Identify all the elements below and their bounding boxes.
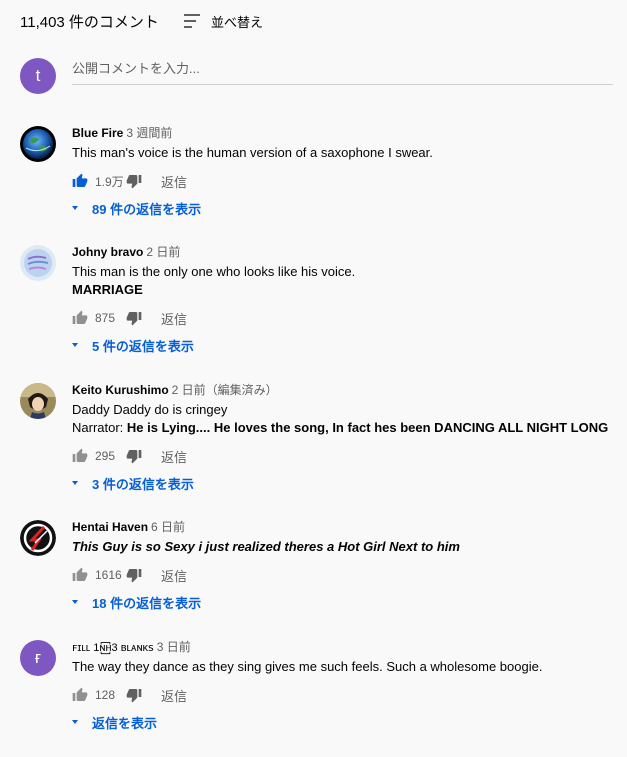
like-count: 128 bbox=[95, 688, 116, 702]
author-name[interactable]: Hentai Haven bbox=[72, 520, 148, 534]
like-count: 1.9万 bbox=[95, 174, 124, 189]
sort-button[interactable]: 並べ替え bbox=[183, 12, 263, 31]
like-icon[interactable] bbox=[72, 687, 88, 703]
reply-button[interactable]: 返信 bbox=[161, 309, 187, 328]
author-name[interactable]: Johny bravo bbox=[72, 245, 143, 259]
view-replies-button[interactable]: 5 件の返信を表示 bbox=[70, 337, 613, 354]
avatar[interactable]: ғ bbox=[20, 640, 56, 676]
dislike-icon[interactable] bbox=[126, 310, 142, 326]
timestamp[interactable]: 6 日前 bbox=[151, 520, 185, 534]
comment-input[interactable]: 公開コメントを入力... bbox=[72, 62, 613, 85]
avatar[interactable] bbox=[20, 245, 56, 281]
dislike-icon[interactable] bbox=[126, 173, 142, 189]
avatar[interactable] bbox=[20, 520, 56, 556]
author-name[interactable]: Blue Fire bbox=[72, 126, 123, 140]
view-replies-button[interactable]: 18 件の返信を表示 bbox=[70, 594, 613, 611]
like-count: 875 bbox=[95, 311, 116, 325]
comment-composer: t 公開コメントを入力... bbox=[20, 58, 613, 98]
author-name[interactable]: ꜰɪʟʟ 1ɴ꙱ʜ3 ʙʟᴀɴᴋꜱ bbox=[72, 642, 154, 654]
like-icon[interactable] bbox=[72, 310, 88, 326]
reply-button[interactable]: 返信 bbox=[161, 566, 187, 585]
author-name[interactable]: Keito Kurushimo bbox=[72, 383, 169, 397]
comment-text: This Guy is so Sexy i just realized ther… bbox=[72, 539, 460, 554]
like-icon[interactable] bbox=[72, 448, 88, 464]
chevron-down-icon bbox=[72, 600, 78, 604]
sort-label: 並べ替え bbox=[210, 14, 263, 30]
dislike-icon[interactable] bbox=[126, 448, 142, 464]
comment-count: 11,403 件のコメント bbox=[20, 13, 159, 31]
timestamp[interactable]: 3 週間前 bbox=[126, 126, 172, 140]
comment-text: The way they dance as they sing gives me… bbox=[72, 659, 543, 674]
dislike-icon[interactable] bbox=[126, 567, 142, 583]
view-replies-button[interactable]: 3 件の返信を表示 bbox=[70, 475, 613, 492]
like-count: 1616 bbox=[95, 568, 122, 582]
like-count: 295 bbox=[95, 449, 116, 463]
like-icon[interactable] bbox=[72, 567, 88, 583]
timestamp[interactable]: 3 日前 bbox=[157, 640, 191, 654]
comment-text: Daddy Daddy do is cringey Narrator: He is… bbox=[72, 402, 609, 435]
timestamp[interactable]: 2 日前 bbox=[146, 245, 180, 259]
view-replies-button[interactable]: 返信を表示 bbox=[70, 714, 613, 731]
reply-button[interactable]: 返信 bbox=[161, 447, 187, 466]
avatar[interactable] bbox=[20, 126, 56, 162]
chevron-down-icon bbox=[72, 720, 78, 724]
chevron-down-icon bbox=[72, 343, 78, 347]
reply-button[interactable]: 返信 bbox=[161, 686, 187, 705]
reply-button[interactable]: 返信 bbox=[161, 172, 187, 191]
chevron-down-icon bbox=[72, 481, 78, 485]
avatar[interactable] bbox=[20, 383, 56, 419]
like-icon[interactable] bbox=[72, 173, 88, 189]
timestamp[interactable]: 2 日前（編集済み） bbox=[172, 383, 278, 397]
comment-text: This man is the only one who looks like … bbox=[72, 264, 356, 297]
dislike-icon[interactable] bbox=[126, 687, 142, 703]
sort-icon bbox=[183, 14, 200, 28]
view-replies-button[interactable]: 89 件の返信を表示 bbox=[70, 200, 613, 217]
avatar[interactable]: t bbox=[20, 58, 56, 94]
comments-header: 11,403 件のコメント 並べ替え bbox=[20, 9, 263, 33]
comment-text: This man's voice is the human version of… bbox=[72, 145, 433, 160]
chevron-down-icon bbox=[72, 206, 78, 210]
